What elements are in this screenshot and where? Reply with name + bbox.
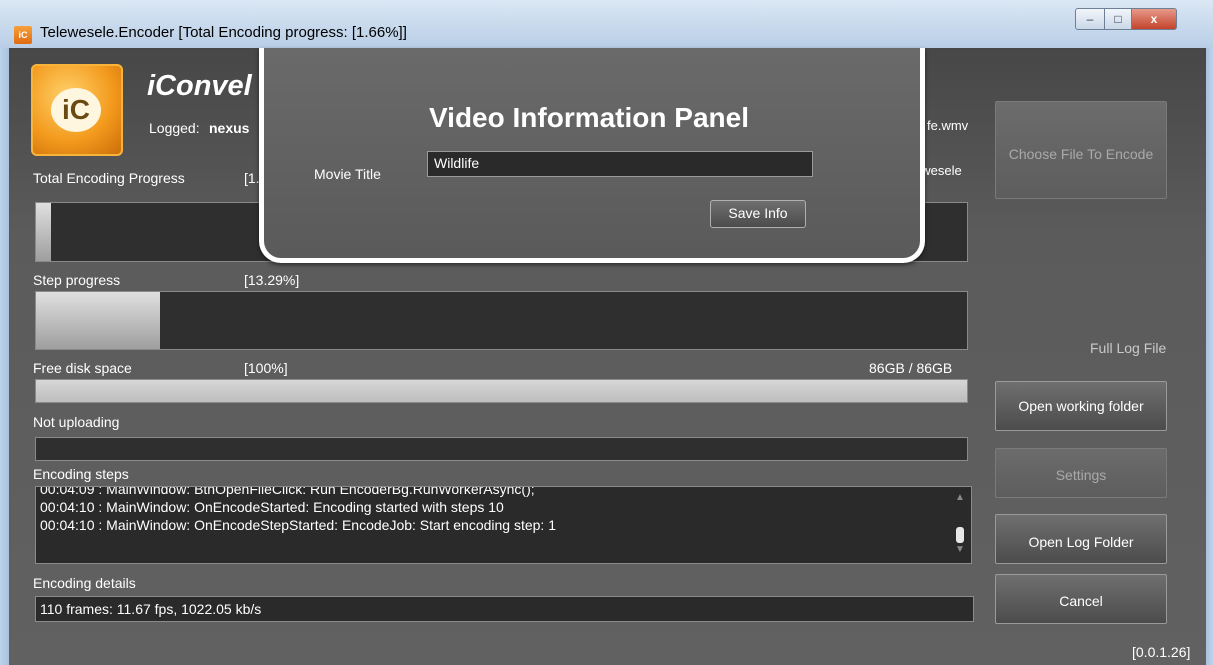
disk-space-amount: 86GB / 86GB <box>869 360 953 376</box>
video-info-panel: Video Information Panel Movie Title Wild… <box>259 48 925 263</box>
step-progress-bar <box>35 291 968 350</box>
maximize-button[interactable]: □ <box>1105 8 1132 30</box>
step-progress-fill <box>36 292 160 349</box>
total-progress-value: [1. <box>244 170 260 186</box>
window-title: Telewesele.Encoder [Total Encoding progr… <box>40 24 407 41</box>
app-icon: iC <box>14 26 32 44</box>
open-working-folder-button[interactable]: Open working folder <box>995 381 1167 431</box>
disk-space-bar <box>35 379 968 403</box>
movie-title-label: Movie Title <box>314 166 381 182</box>
client-area: iC iConvel Logged: nexus fe.wmv ewesele … <box>9 48 1206 665</box>
window-controls: – □ x <box>1075 8 1177 30</box>
total-progress-fill <box>36 203 52 261</box>
upload-progress-bar <box>35 437 968 461</box>
app-logo-text: iC <box>51 88 101 132</box>
log-line: 00:04:10 : MainWindow: OnEncodeStepStart… <box>40 517 556 533</box>
app-window: iC Telewesele.Encoder [Total Encoding pr… <box>0 0 1213 665</box>
upload-status-label: Not uploading <box>33 414 120 430</box>
save-info-button[interactable]: Save Info <box>710 200 806 228</box>
log-line: 00:04:10 : MainWindow: OnEncodeStarted: … <box>40 499 504 515</box>
full-log-file-label[interactable]: Full Log File <box>1090 340 1166 356</box>
step-progress-label: Step progress <box>33 272 121 288</box>
cancel-button[interactable]: Cancel <box>995 574 1167 624</box>
open-log-folder-button[interactable]: Open Log Folder <box>995 514 1167 564</box>
title-bar[interactable]: iC Telewesele.Encoder [Total Encoding pr… <box>0 0 1213 48</box>
window-border-right <box>1206 48 1213 665</box>
choose-file-button[interactable]: Choose File To Encode <box>995 101 1167 199</box>
encoding-steps-label: Encoding steps <box>33 466 129 482</box>
panel-title: Video Information Panel <box>429 102 749 133</box>
logged-user: nexus <box>209 120 250 136</box>
total-progress-label: Total Encoding Progress <box>33 170 185 186</box>
logged-label: Logged: <box>149 120 200 136</box>
step-progress-value: [13.29%] <box>244 272 300 288</box>
log-line: 00:04:09 : MainWindow: BtnOpenFileClick:… <box>40 486 535 497</box>
movie-title-input[interactable]: Wildlife <box>427 151 813 177</box>
app-logo-icon: iC <box>31 64 123 156</box>
settings-button[interactable]: Settings <box>995 448 1167 498</box>
close-button[interactable]: x <box>1132 8 1177 30</box>
disk-space-value: [100%] <box>244 360 288 376</box>
disk-space-fill <box>36 380 967 402</box>
version-label: [0.0.1.26] <box>1132 644 1191 660</box>
scroll-down-arrow-icon[interactable]: ▼ <box>953 543 967 557</box>
encoding-details-value: 110 frames: 11.67 fps, 1022.05 kb/s <box>35 596 974 622</box>
log-scrollbar[interactable]: ▲ ▼ <box>953 491 967 557</box>
disk-space-label: Free disk space <box>33 360 132 376</box>
scroll-thumb[interactable] <box>956 527 964 543</box>
window-border-left <box>0 48 9 665</box>
encoding-steps-log[interactable]: 00:04:09 : MainWindow: BtnOpenFileClick:… <box>35 486 972 564</box>
log-lines: 00:04:09 : MainWindow: BtnOpenFileClick:… <box>36 486 971 534</box>
encoding-details-label: Encoding details <box>33 575 136 591</box>
file-name-label: fe.wmv <box>927 118 969 133</box>
scroll-up-arrow-icon[interactable]: ▲ <box>953 491 967 505</box>
brand-title: iConvel <box>147 70 252 102</box>
minimize-button[interactable]: – <box>1075 8 1105 30</box>
